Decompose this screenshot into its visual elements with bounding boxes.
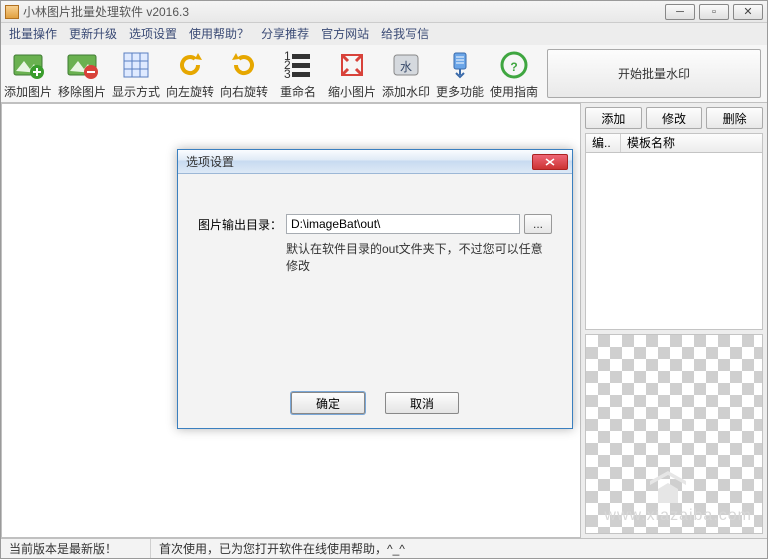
toolbar-view-mode[interactable]: 显示方式: [109, 45, 163, 102]
toolbar-more[interactable]: 更多功能: [433, 45, 487, 102]
menu-update[interactable]: 更新升级: [63, 23, 123, 45]
help-icon: ?: [498, 49, 530, 81]
titlebar: 小林图片批量处理软件 v2016.3 ─ ▫ ✕: [1, 1, 767, 23]
statusbar: 当前版本是最新版！ 首次使用，已为您打开软件在线使用帮助，^_^: [1, 538, 767, 558]
dialog-close-button[interactable]: [532, 154, 568, 170]
template-edit-button[interactable]: 修改: [646, 107, 703, 129]
menu-batch[interactable]: 批量操作: [3, 23, 63, 45]
svg-text:3: 3: [284, 67, 291, 81]
browse-button[interactable]: ...: [524, 214, 552, 234]
dialog-titlebar: 选项设置: [178, 150, 572, 174]
cancel-button[interactable]: 取消: [385, 392, 459, 414]
maximize-button[interactable]: ▫: [699, 4, 729, 20]
output-dir-hint: 默认在软件目录的out文件夹下，不过您可以任意修改: [286, 240, 552, 274]
col-name[interactable]: 模板名称: [621, 134, 762, 152]
rename-icon: 123: [282, 49, 314, 81]
toolbar-rename[interactable]: 123 重命名: [271, 45, 325, 102]
resize-icon: [336, 49, 368, 81]
toolbar-label: 更多功能: [436, 83, 484, 100]
options-dialog: 选项设置 图片输出目录： ... 默认在软件目录的out文件夹下，不过您可以任意…: [177, 149, 573, 429]
rotate-left-icon: [174, 49, 206, 81]
app-icon: [5, 5, 19, 19]
toolbar-label: 向右旋转: [220, 83, 268, 100]
toolbar-label: 移除图片: [58, 83, 106, 100]
close-icon: [545, 158, 555, 166]
watermark-icon: 水: [390, 49, 422, 81]
minimize-button[interactable]: ─: [665, 4, 695, 20]
toolbar-label: 显示方式: [112, 83, 160, 100]
template-list[interactable]: [585, 153, 763, 330]
toolbar-rotate-left[interactable]: 向左旋转: [163, 45, 217, 102]
start-batch-watermark-button[interactable]: 开始批量水印: [547, 49, 761, 98]
toolbar-resize[interactable]: 缩小图片: [325, 45, 379, 102]
right-pane: 添加 修改 删除 编.. 模板名称 www.xiazaiba.com: [581, 103, 767, 538]
template-delete-button[interactable]: 删除: [706, 107, 763, 129]
menubar: 批量操作 更新升级 选项设置 使用帮助？ 分享推荐 官方网站 给我写信: [1, 23, 767, 45]
output-dir-input[interactable]: [286, 214, 520, 234]
output-dir-label: 图片输出目录：: [198, 216, 282, 233]
toolbar-rotate-right[interactable]: 向右旋转: [217, 45, 271, 102]
toolbar: 添加图片 移除图片 显示方式 向左旋转: [1, 45, 767, 103]
preview-area: www.xiazaiba.com: [585, 334, 763, 534]
toolbar-label: 向左旋转: [166, 83, 214, 100]
remove-image-icon: [66, 49, 98, 81]
toolbar-label: 添加图片: [4, 83, 52, 100]
toolbar-add-image[interactable]: 添加图片: [1, 45, 55, 102]
toolbar-remove-image[interactable]: 移除图片: [55, 45, 109, 102]
watermark-logo-icon: [644, 469, 692, 509]
toolbar-label: 使用指南: [490, 83, 538, 100]
menu-help[interactable]: 使用帮助？: [183, 23, 255, 45]
watermark-text: www.xiazaiba.com: [604, 507, 752, 525]
status-version: 当前版本是最新版！: [1, 539, 151, 558]
col-index[interactable]: 编..: [586, 134, 621, 152]
toolbar-guide[interactable]: ? 使用指南: [487, 45, 541, 102]
close-button[interactable]: ✕: [733, 4, 763, 20]
svg-text:?: ?: [510, 60, 517, 74]
add-image-icon: [12, 49, 44, 81]
template-add-button[interactable]: 添加: [585, 107, 642, 129]
ok-button[interactable]: 确定: [291, 392, 365, 414]
window-title: 小林图片批量处理软件 v2016.3: [23, 3, 189, 20]
toolbar-label: 缩小图片: [328, 83, 376, 100]
rotate-right-icon: [228, 49, 260, 81]
svg-text:水: 水: [400, 60, 412, 74]
more-icon: [444, 49, 476, 81]
menu-contact[interactable]: 给我写信: [375, 23, 435, 45]
menu-options[interactable]: 选项设置: [123, 23, 183, 45]
grid-icon: [120, 49, 152, 81]
toolbar-label: 重命名: [280, 83, 316, 100]
dialog-title: 选项设置: [186, 153, 234, 170]
menu-share[interactable]: 分享推荐: [255, 23, 315, 45]
template-list-header: 编.. 模板名称: [585, 133, 763, 153]
toolbar-label: 添加水印: [382, 83, 430, 100]
toolbar-watermark[interactable]: 水 添加水印: [379, 45, 433, 102]
menu-website[interactable]: 官方网站: [315, 23, 375, 45]
status-message: 首次使用，已为您打开软件在线使用帮助，^_^: [151, 539, 767, 558]
